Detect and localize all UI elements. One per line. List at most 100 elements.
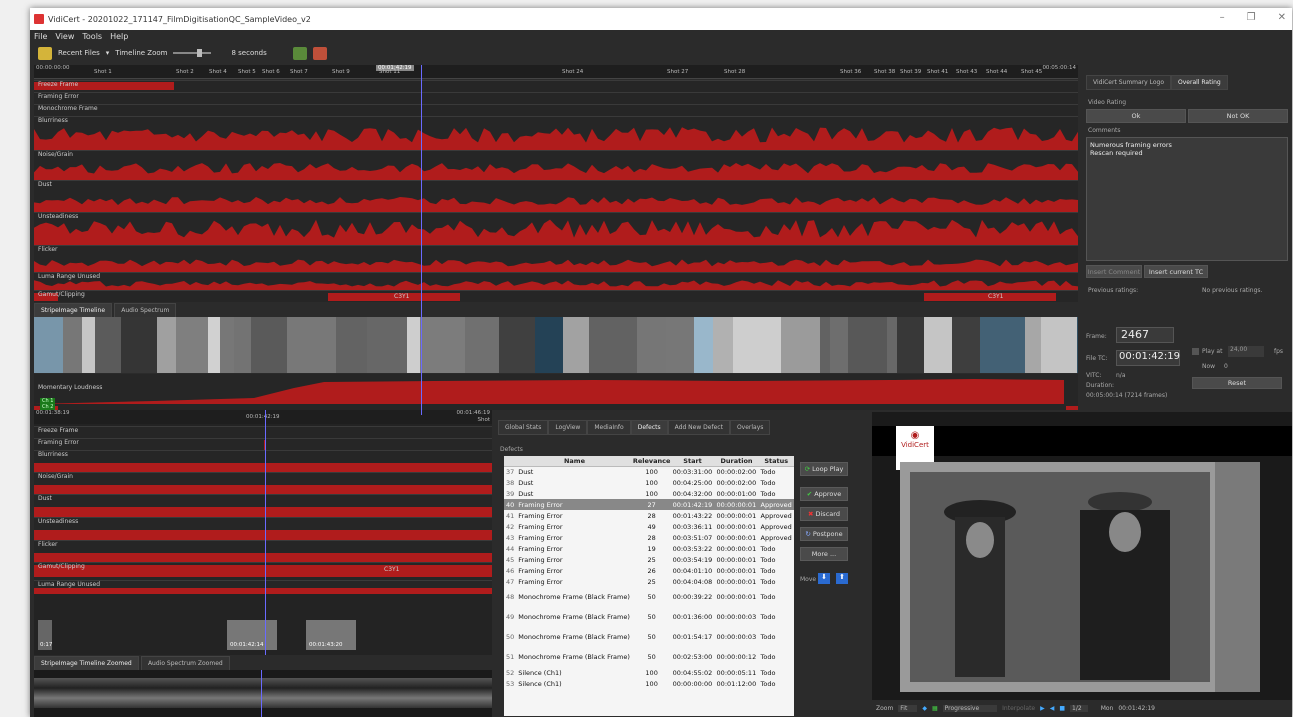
table-row[interactable]: 38 Dust 100 00:04:25:00 00:00:02:00 Todo bbox=[504, 477, 794, 488]
shot-marker[interactable]: Shot 24 bbox=[562, 69, 583, 75]
playhead-line[interactable] bbox=[421, 65, 422, 415]
timeline-track[interactable]: Blurriness bbox=[34, 116, 1078, 151]
table-row[interactable]: 47 Framing Error 25 00:04:04:08 00:00:00:01 T… bbox=[504, 576, 794, 587]
rewind-icon[interactable]: ◀ bbox=[1050, 705, 1055, 712]
tab-add-new-defect[interactable]: Add New Defect bbox=[667, 420, 730, 435]
timeline-track[interactable]: Monochrome Frame bbox=[34, 104, 1078, 116]
fullscreen-icon[interactable]: ◆ bbox=[922, 705, 927, 712]
minimize-icon[interactable]: – bbox=[1220, 12, 1225, 23]
tab-logview[interactable]: LogView bbox=[548, 420, 588, 435]
table-row[interactable]: 52 Silence (Ch1) 100 00:04:55:02 00:00:05:11… bbox=[504, 667, 794, 678]
move-down-icon[interactable]: ⬇ bbox=[818, 573, 830, 584]
shot-marker[interactable]: Shot 5 bbox=[238, 69, 256, 75]
loudness-track[interactable]: Momentary Loudness Ch 1 Ch 2 bbox=[34, 374, 1078, 410]
table-row[interactable]: 48 Monochrome Frame (Black Frame) 50 00:00:… bbox=[504, 587, 794, 607]
shot-marker[interactable]: Shot 38 bbox=[874, 69, 895, 75]
report-icon[interactable] bbox=[312, 46, 327, 60]
discard-button[interactable]: ✖ Discard bbox=[800, 507, 848, 521]
timeline-ruler[interactable]: 00:00:00:00 00:05:00:14 00:01:42:19 Shot… bbox=[34, 65, 1078, 79]
shot-marker[interactable]: Shot 45 bbox=[1021, 69, 1042, 75]
shot-marker[interactable]: Shot 28 bbox=[724, 69, 745, 75]
insert-tc-button[interactable]: Insert current TC bbox=[1144, 265, 1208, 278]
col-relevance[interactable]: Relevance bbox=[632, 456, 671, 467]
table-row[interactable]: 43 Framing Error 28 00:03:51:07 00:00:00:01 A… bbox=[504, 532, 794, 543]
zoomed-track[interactable]: Unsteadiness bbox=[34, 517, 492, 540]
stop-icon[interactable]: ■ bbox=[1059, 705, 1065, 712]
zoomed-track[interactable]: Dust bbox=[34, 494, 492, 517]
table-row[interactable]: 50 Monochrome Frame (Black Frame) 50 00:01:… bbox=[504, 627, 794, 647]
menu-help[interactable]: Help bbox=[110, 32, 128, 41]
col-duration[interactable]: Duration bbox=[714, 456, 759, 467]
table-row[interactable]: 51 Monochrome Frame (Black Frame) 50 00:02:… bbox=[504, 647, 794, 667]
tab-overall-rating[interactable]: Overall Rating bbox=[1171, 75, 1228, 90]
zoomed-track[interactable]: Framing Error bbox=[34, 438, 492, 450]
table-row[interactable]: 44 Framing Error 19 00:03:53:22 00:00:00:01 T… bbox=[504, 543, 794, 554]
tab-audio-spectrum-zoomed[interactable]: Audio Spectrum Zoomed bbox=[140, 656, 230, 671]
stripe-image-zoomed[interactable] bbox=[34, 670, 492, 717]
close-icon[interactable]: ✕ bbox=[1278, 12, 1286, 23]
col-name[interactable]: Name bbox=[516, 456, 633, 467]
timeline-track[interactable]: Dust bbox=[34, 180, 1078, 213]
insert-comment-button[interactable]: Insert Comment bbox=[1086, 265, 1142, 278]
tab-stripeimage-timeline[interactable]: StripeImage Timeline bbox=[34, 303, 113, 318]
chevron-down-icon[interactable]: ▾ bbox=[106, 49, 110, 57]
tab-stripeimage-zoomed[interactable]: StripeImage Timeline Zoomed bbox=[34, 656, 139, 671]
zoom-select[interactable]: Fit bbox=[898, 705, 918, 712]
timeline-track[interactable]: Flicker bbox=[34, 245, 1078, 273]
defects-table[interactable]: Name Relevance Start Duration Status 37 D… bbox=[504, 456, 794, 716]
menu-tools[interactable]: Tools bbox=[82, 32, 102, 41]
play-icon[interactable]: ▶ bbox=[1040, 705, 1045, 712]
menu-file[interactable]: File bbox=[34, 32, 47, 41]
table-row[interactable]: 39 Dust 100 00:04:32:00 00:00:01:00 Todo bbox=[504, 488, 794, 499]
table-row[interactable]: 37 Dust 100 00:03:31:00 00:00:02:00 Todo bbox=[504, 466, 794, 477]
comments-textarea[interactable]: Numerous framing errors Rescan required bbox=[1086, 137, 1288, 261]
shot-marker[interactable]: Shot 41 bbox=[927, 69, 948, 75]
ratio-select[interactable]: 1/2 bbox=[1070, 705, 1088, 712]
loop-play-button[interactable]: ⟳ Loop Play bbox=[800, 462, 848, 476]
postpone-button[interactable]: ↻ Postpone bbox=[800, 527, 848, 541]
stripe-image[interactable] bbox=[34, 317, 1078, 373]
zoomed-track[interactable]: Freeze Frame bbox=[34, 426, 492, 438]
col-status[interactable]: Status bbox=[758, 456, 794, 467]
zoomed-timeline[interactable]: 00:01:38:19 00:01:42:19 00:01:46:19 Shot… bbox=[34, 410, 492, 655]
ok-button[interactable]: Ok bbox=[1086, 109, 1186, 123]
shot-marker[interactable]: Shot 7 bbox=[290, 69, 308, 75]
menu-view[interactable]: View bbox=[55, 32, 74, 41]
tab-summary-logo[interactable]: VidiCert Summary Logo bbox=[1086, 75, 1172, 90]
zoomed-track[interactable]: Flicker bbox=[34, 540, 492, 562]
table-row[interactable]: 41 Framing Error 28 00:01:43:22 00:00:00:01 A… bbox=[504, 510, 794, 521]
timeline-track[interactable]: Freeze Frame bbox=[34, 80, 1078, 92]
tab-mediainfo[interactable]: MediaInfo bbox=[587, 420, 631, 435]
approve-button[interactable]: ✔ Approve bbox=[800, 487, 848, 501]
fps-input[interactable]: 24,00 bbox=[1228, 346, 1264, 357]
interpolate-select[interactable]: Interpolate bbox=[1002, 705, 1035, 712]
shot-marker[interactable]: Shot 6 bbox=[262, 69, 280, 75]
shot-marker[interactable]: Shot 1 bbox=[94, 69, 112, 75]
move-up-icon[interactable]: ⬆ bbox=[836, 573, 848, 584]
tab-audio-spectrum[interactable]: Audio Spectrum bbox=[114, 303, 177, 318]
recent-files-button[interactable]: Recent Files bbox=[58, 49, 100, 57]
frame-input[interactable]: 2467 bbox=[1116, 327, 1174, 343]
table-row[interactable]: 46 Framing Error 26 00:04:01:10 00:00:00:01 T… bbox=[504, 565, 794, 576]
video-frame[interactable] bbox=[900, 462, 1260, 692]
shot-marker[interactable]: Shot 44 bbox=[986, 69, 1007, 75]
zoomed-track[interactable]: C3Y1 Gamut/Clipping bbox=[34, 562, 492, 580]
timeline-track[interactable]: Gamut/Clipping C3Y1 C3Y1 bbox=[34, 290, 1078, 302]
shot-marker[interactable]: Shot 36 bbox=[840, 69, 861, 75]
restore-icon[interactable]: ❐ bbox=[1247, 12, 1256, 23]
shot-marker[interactable]: Shot 39 bbox=[900, 69, 921, 75]
filetc-input[interactable]: 00:01:42:19 bbox=[1116, 350, 1180, 366]
zoomed-track[interactable]: Blurriness bbox=[34, 450, 492, 472]
table-row[interactable]: 40 Framing Error 27 00:01:42:19 00:00:00:01 A… bbox=[504, 499, 794, 510]
table-row[interactable]: 42 Framing Error 49 00:03:36:11 00:00:00:01 A… bbox=[504, 521, 794, 532]
shot-marker[interactable]: Shot 2 bbox=[176, 69, 194, 75]
table-row[interactable]: 53 Silence (Ch1) 100 00:00:00:00 00:01:12:00… bbox=[504, 678, 794, 689]
timeline-track[interactable]: Framing Error bbox=[34, 92, 1078, 104]
table-row[interactable]: 45 Framing Error 25 00:03:54:19 00:00:00:01 T… bbox=[504, 554, 794, 565]
timeline-track[interactable]: Unsteadiness bbox=[34, 212, 1078, 246]
not-ok-button[interactable]: Not OK bbox=[1188, 109, 1288, 123]
play-at-checkbox[interactable] bbox=[1192, 348, 1199, 355]
shot-marker[interactable]: Shot 11 bbox=[379, 69, 400, 75]
shot-marker[interactable]: Shot 43 bbox=[956, 69, 977, 75]
col-start[interactable]: Start bbox=[670, 456, 715, 467]
